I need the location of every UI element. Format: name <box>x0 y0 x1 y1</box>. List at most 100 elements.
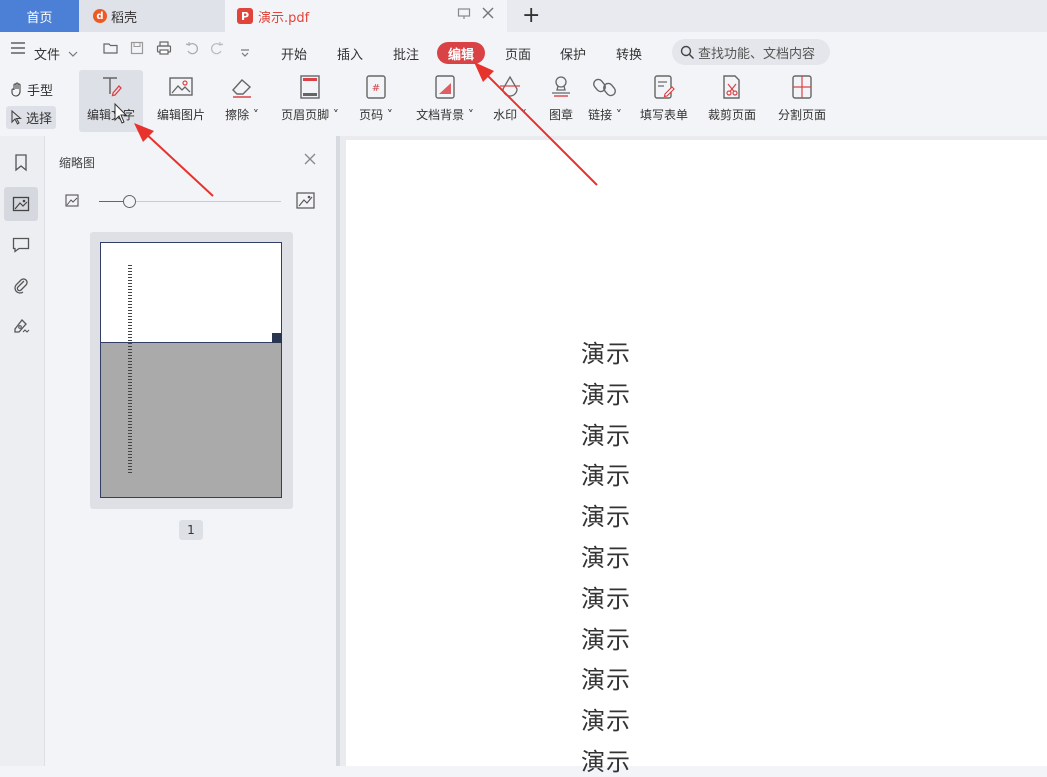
document-text-line[interactable]: 演示 <box>581 742 631 777</box>
menu-start[interactable]: 开始 <box>281 44 307 63</box>
header-footer-button[interactable]: 页眉页脚 ˅ <box>275 70 345 132</box>
undo-icon[interactable] <box>185 41 199 59</box>
tab-pdf-document[interactable]: P 演示.pdf <box>225 0 507 32</box>
tab-docer-label: 稻壳 <box>111 10 138 26</box>
select-tool-label: 选择 <box>26 112 53 127</box>
link-button[interactable]: 链接 ˅ <box>584 70 626 132</box>
signature-icon[interactable] <box>4 309 38 343</box>
document-text-line[interactable]: 演示 <box>581 620 631 655</box>
document-text-line[interactable]: 演示 <box>581 456 631 491</box>
split-page-label: 分割页面 <box>777 108 826 122</box>
chevron-down-icon[interactable] <box>68 44 78 62</box>
document-background-label: 文档背景 ˅ <box>416 108 474 122</box>
viewport-resize-handle[interactable] <box>272 333 282 343</box>
document-text-line[interactable]: 演示 <box>581 375 631 410</box>
menu-file[interactable]: 文件 <box>34 44 60 63</box>
left-sidebar <box>0 136 45 766</box>
close-tab-icon[interactable] <box>481 6 495 24</box>
document-text-line[interactable]: 演示 <box>581 579 631 614</box>
document-text-line[interactable]: 演示 <box>581 538 631 573</box>
link-label: 链接 ˅ <box>588 108 622 122</box>
watermark-label: 水印 ˅ <box>493 108 527 122</box>
menu-insert[interactable]: 插入 <box>337 44 363 63</box>
document-text-line[interactable]: 演示 <box>581 660 631 695</box>
menu-page[interactable]: 页面 <box>505 44 531 63</box>
stamp-icon <box>549 70 573 104</box>
document-text-line[interactable]: 演示 <box>581 416 631 451</box>
crop-page-button[interactable]: 裁剪页面 <box>702 70 762 132</box>
edit-image-button[interactable]: 编辑图片 <box>150 70 212 132</box>
hamburger-menu-icon[interactable] <box>10 41 26 59</box>
page-thumbnail[interactable] <box>90 232 293 509</box>
new-tab-button[interactable]: + <box>522 3 540 28</box>
document-text-line[interactable]: 演示 <box>581 334 631 369</box>
hand-tool-label: 手型 <box>27 84 54 99</box>
header-footer-icon <box>298 70 322 104</box>
redo-icon[interactable] <box>210 41 224 59</box>
open-folder-icon[interactable] <box>103 41 119 59</box>
hand-icon <box>10 82 24 97</box>
edit-text-button[interactable]: 编辑文字 <box>79 70 143 132</box>
edit-text-label: 编辑文字 <box>86 108 135 122</box>
document-text-line[interactable]: 演示 <box>581 497 631 532</box>
eraser-icon <box>229 70 255 104</box>
header-footer-label: 页眉页脚 ˅ <box>281 108 339 122</box>
search-input[interactable]: 查找功能、文档内容 <box>672 39 830 65</box>
docer-logo-icon: d <box>93 9 107 23</box>
cursor-arrow-icon <box>10 110 23 125</box>
hand-tool-button[interactable]: 手型 <box>6 78 57 101</box>
erase-button[interactable]: 擦除 ˅ <box>220 70 264 132</box>
link-icon <box>592 70 618 104</box>
close-panel-icon[interactable] <box>303 150 317 171</box>
thumbnail-panel-icon[interactable] <box>4 187 38 221</box>
zoom-out-thumbnail-icon[interactable] <box>65 194 79 207</box>
menu-edit-active[interactable]: 编辑 <box>437 42 485 64</box>
attachment-icon[interactable] <box>4 268 38 302</box>
watermark-icon <box>498 70 522 104</box>
zoom-in-thumbnail-icon[interactable] <box>296 192 315 209</box>
fill-form-label: 填写表单 <box>639 108 688 122</box>
crop-page-icon <box>720 70 744 104</box>
pin-window-icon[interactable] <box>457 7 471 25</box>
watermark-button[interactable]: 水印 ˅ <box>489 70 531 132</box>
thumbnail-size-slider-fill <box>99 201 125 202</box>
svg-text:#: # <box>372 83 380 94</box>
tab-docer[interactable]: d 稻壳 <box>79 0 225 32</box>
menu-protect[interactable]: 保护 <box>560 44 586 63</box>
print-icon[interactable] <box>156 41 172 59</box>
stamp-label: 图章 <box>548 108 573 122</box>
split-page-button[interactable]: 分割页面 <box>772 70 832 132</box>
edit-image-icon <box>168 70 194 104</box>
bookmark-icon[interactable] <box>4 146 38 180</box>
document-background-button[interactable]: 文档背景 ˅ <box>410 70 480 132</box>
edit-ribbon: 手型 选择 编辑文字 编辑图片 擦除 ˅ 页眉页脚 ˅ # 页码 ˅ 文档背景 … <box>0 70 1047 134</box>
select-tool-button[interactable]: 选择 <box>6 106 57 129</box>
quick-access-dropdown-icon[interactable] <box>240 44 250 62</box>
comment-icon[interactable] <box>4 228 38 262</box>
stamp-button[interactable]: 图章 <box>542 70 580 132</box>
crop-page-label: 裁剪页面 <box>707 108 756 122</box>
thumbnail-page-image <box>100 242 282 498</box>
save-icon[interactable] <box>130 41 144 59</box>
edit-text-icon <box>99 70 123 104</box>
menu-annotate[interactable]: 批注 <box>393 44 419 63</box>
search-icon <box>680 45 695 60</box>
document-background-icon <box>434 70 456 104</box>
search-placeholder: 查找功能、文档内容 <box>698 46 816 62</box>
menu-convert[interactable]: 转换 <box>616 44 642 63</box>
thumbnail-size-slider-handle[interactable] <box>123 195 136 208</box>
tab-home[interactable]: 首页 <box>0 0 79 32</box>
document-page[interactable]: 演示 演示 演示 演示 演示 演示 演示 演示 演示 演示 演示 <box>346 140 1047 776</box>
fill-form-button[interactable]: 填写表单 <box>635 70 693 132</box>
tab-pdf-label: 演示.pdf <box>258 10 310 26</box>
document-text-line[interactable]: 演示 <box>581 701 631 736</box>
page-number-button[interactable]: # 页码 ˅ <box>355 70 397 132</box>
split-page-icon <box>790 70 814 104</box>
document-view: 演示 演示 演示 演示 演示 演示 演示 演示 演示 演示 演示 <box>340 136 1047 776</box>
tab-bar: 首页 d 稻壳 P 演示.pdf + <box>0 0 1047 32</box>
thumbnail-page-number: 1 <box>179 520 203 540</box>
tab-home-label: 首页 <box>26 10 53 26</box>
page-number-label: 页码 ˅ <box>359 108 393 122</box>
edit-image-label: 编辑图片 <box>156 108 205 122</box>
page-number-icon: # <box>365 70 387 104</box>
